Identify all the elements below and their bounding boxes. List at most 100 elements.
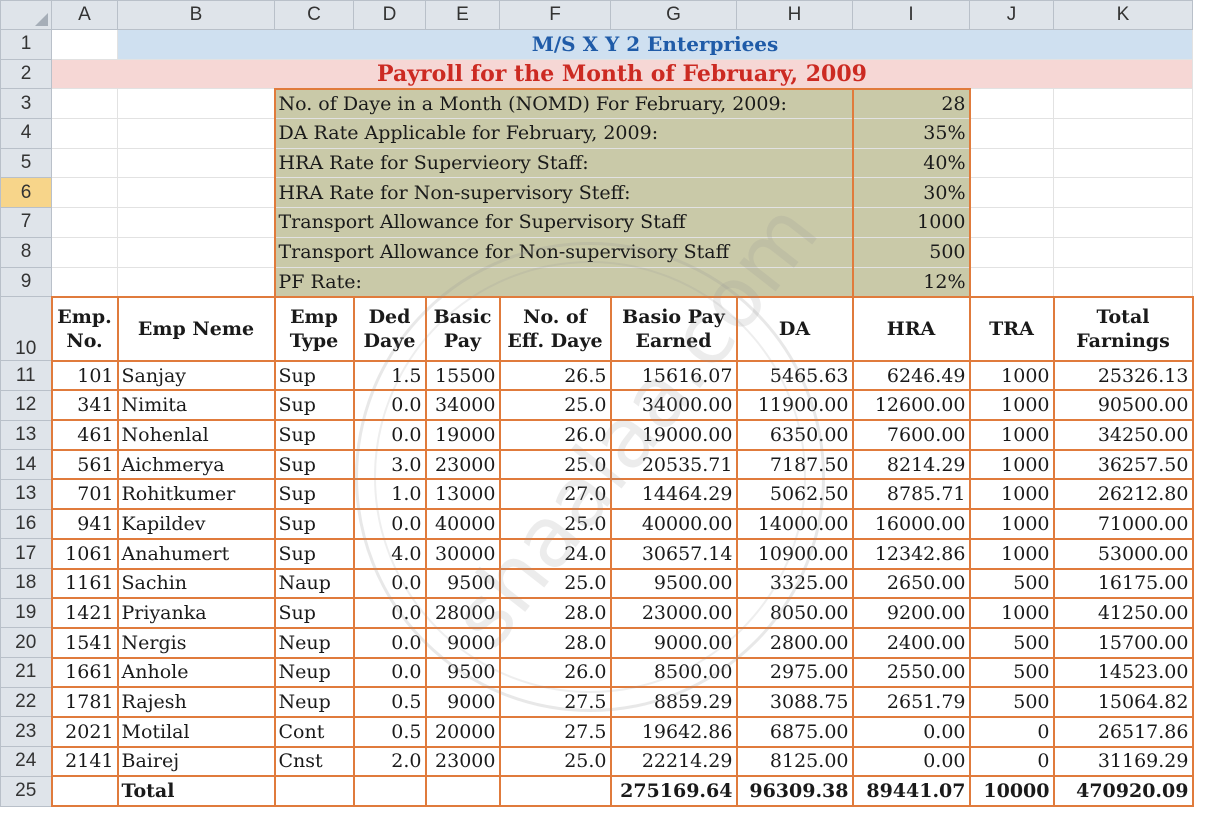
column-header-c[interactable]: C <box>274 0 354 30</box>
column-title[interactable]: No. of Eff. Daye <box>498 295 612 362</box>
data-cell[interactable]: 1421 <box>50 597 119 629</box>
data-cell[interactable]: 3325.00 <box>735 567 854 600</box>
data-cell[interactable]: 25.0 <box>498 567 612 600</box>
column-header-b[interactable]: B <box>117 0 275 30</box>
empty-cell[interactable] <box>1053 88 1193 120</box>
data-cell[interactable]: 8050.00 <box>735 597 854 629</box>
data-cell[interactable]: Sup <box>273 478 355 511</box>
data-cell[interactable]: 40000.00 <box>609 508 738 540</box>
empty-cell[interactable] <box>117 207 275 238</box>
data-cell[interactable]: 6246.49 <box>851 359 971 392</box>
data-cell[interactable]: 1061 <box>50 537 119 570</box>
column-header-k[interactable]: K <box>1053 0 1193 30</box>
column-header-j[interactable]: J <box>969 0 1054 30</box>
empty-cell[interactable] <box>1053 118 1193 149</box>
data-cell[interactable]: 2021 <box>50 715 119 748</box>
param-value[interactable]: 30% <box>851 177 971 209</box>
data-cell[interactable]: 8785.71 <box>851 478 971 511</box>
empty-cell[interactable] <box>51 236 118 268</box>
data-cell[interactable]: 3.0 <box>352 448 427 481</box>
param-value[interactable]: 12% <box>851 266 971 298</box>
data-cell[interactable]: 23000 <box>424 448 501 481</box>
data-cell[interactable]: 34000 <box>424 389 501 422</box>
row-header[interactable]: 17 <box>0 538 52 569</box>
empty-cell[interactable] <box>1053 147 1193 179</box>
empty-cell[interactable] <box>969 118 1054 149</box>
data-cell[interactable]: 19000 <box>424 419 501 451</box>
sheet-title[interactable]: M/S X Y 2 Enterpriees <box>117 29 1193 60</box>
empty-cell[interactable] <box>969 266 1054 298</box>
row-header[interactable]: 24 <box>0 746 52 777</box>
total-da[interactable]: 96309.38 <box>735 775 854 807</box>
data-cell[interactable]: Anahumert <box>116 537 276 570</box>
row-header[interactable]: 13 <box>0 478 52 510</box>
data-cell[interactable]: Sachin <box>116 567 276 600</box>
data-cell[interactable]: 1661 <box>50 656 119 689</box>
data-cell[interactable]: 23000 <box>424 745 501 778</box>
data-cell[interactable]: Bairej <box>116 745 276 778</box>
data-cell[interactable]: 2800.00 <box>735 626 854 659</box>
row-header[interactable]: 8 <box>0 236 52 268</box>
data-cell[interactable]: Cnst <box>273 745 355 778</box>
data-cell[interactable]: 1161 <box>50 567 119 600</box>
data-cell[interactable]: Neup <box>273 656 355 689</box>
data-cell[interactable]: 0.0 <box>352 567 427 600</box>
param-label[interactable]: PF Rate: <box>273 266 853 298</box>
data-cell[interactable]: 19000.00 <box>609 419 738 451</box>
param-label[interactable]: No. of Daye in a Month (NOMD) For Februa… <box>273 87 853 120</box>
empty-cell[interactable] <box>1053 177 1193 209</box>
data-cell[interactable]: 3088.75 <box>735 686 854 718</box>
data-cell[interactable]: 0.5 <box>352 686 427 718</box>
data-cell[interactable]: 0.0 <box>352 656 427 689</box>
data-cell[interactable]: 1.0 <box>352 478 427 511</box>
data-cell[interactable]: 1000 <box>968 448 1055 481</box>
data-cell[interactable]: 561 <box>50 448 119 481</box>
data-cell[interactable]: 1000 <box>968 359 1055 392</box>
data-cell[interactable]: 9000 <box>424 626 501 659</box>
empty-cell[interactable] <box>969 147 1054 179</box>
empty-cell[interactable] <box>51 177 118 209</box>
empty-cell[interactable] <box>117 118 275 149</box>
data-cell[interactable]: 500 <box>968 626 1055 659</box>
select-all-corner[interactable] <box>0 0 52 30</box>
data-cell[interactable]: 341 <box>50 389 119 422</box>
total-basic-pay-earned[interactable]: 275169.64 <box>609 775 738 807</box>
row-header[interactable]: 5 <box>0 147 52 179</box>
data-cell[interactable]: 34250.00 <box>1052 419 1194 451</box>
data-cell[interactable]: 15064.82 <box>1052 686 1194 718</box>
data-cell[interactable]: 28.0 <box>498 626 612 659</box>
data-cell[interactable]: 14464.29 <box>609 478 738 511</box>
data-cell[interactable]: 23000.00 <box>609 597 738 629</box>
data-cell[interactable]: 16175.00 <box>1052 567 1194 600</box>
row-header[interactable]: 4 <box>0 118 52 149</box>
param-label[interactable]: Transport Allowance for Supervisory Staf… <box>273 207 853 238</box>
data-cell[interactable]: 0.5 <box>352 715 427 748</box>
param-value[interactable]: 1000 <box>851 207 971 238</box>
data-cell[interactable]: 0.0 <box>352 597 427 629</box>
total-total-earnings[interactable]: 470920.09 <box>1052 775 1194 807</box>
row-header[interactable]: 6 <box>0 177 52 209</box>
column-title[interactable]: HRA <box>851 295 971 362</box>
empty-cell[interactable] <box>51 147 118 179</box>
column-header-d[interactable]: D <box>353 0 426 30</box>
row-header[interactable]: 23 <box>0 716 52 748</box>
data-cell[interactable]: Priyanka <box>116 597 276 629</box>
data-cell[interactable]: 9200.00 <box>851 597 971 629</box>
data-cell[interactable]: 27.5 <box>498 715 612 748</box>
total-label[interactable]: Total <box>116 775 276 807</box>
row-header[interactable]: 14 <box>0 449 52 480</box>
data-cell[interactable]: 9000.00 <box>609 626 738 659</box>
total-hra[interactable]: 89441.07 <box>851 775 971 807</box>
data-cell[interactable]: Naup <box>273 567 355 600</box>
data-cell[interactable]: 1000 <box>968 419 1055 451</box>
data-cell[interactable]: 25326.13 <box>1052 359 1194 392</box>
row-header[interactable]: 20 <box>0 627 52 659</box>
data-cell[interactable]: 11900.00 <box>735 389 854 422</box>
data-cell[interactable]: 2651.79 <box>851 686 971 718</box>
data-cell[interactable]: 461 <box>50 419 119 451</box>
data-cell[interactable]: 8859.29 <box>609 686 738 718</box>
data-cell[interactable]: Rajesh <box>116 686 276 718</box>
empty-cell[interactable] <box>1053 266 1193 298</box>
param-label[interactable]: DA Rate Applicable for February, 2009: <box>273 118 853 149</box>
data-cell[interactable]: 0 <box>968 745 1055 778</box>
